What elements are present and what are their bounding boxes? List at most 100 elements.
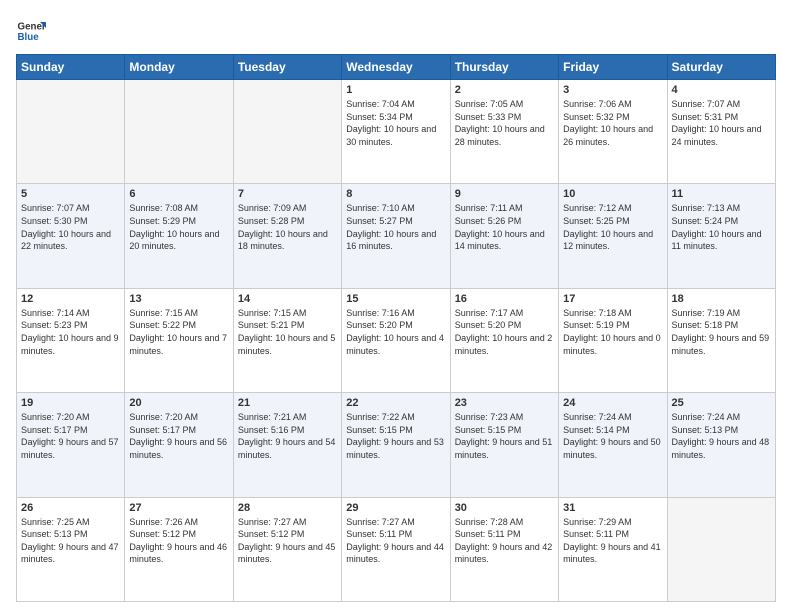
weekday-header-monday: Monday (125, 55, 233, 80)
day-number: 26 (21, 502, 120, 514)
week-row-1: 1Sunrise: 7:04 AMSunset: 5:34 PMDaylight… (17, 80, 776, 184)
day-number: 19 (21, 397, 120, 409)
day-cell (667, 497, 775, 601)
day-cell: 28Sunrise: 7:27 AMSunset: 5:12 PMDayligh… (233, 497, 341, 601)
day-cell: 7 Sunrise: 7:09 AMSunset: 5:28 PMDaylight… (233, 184, 341, 288)
day-detail: Sunrise: 7:29 AMSunset: 5:11 PMDaylight:… (563, 516, 662, 566)
day-number: 7 (238, 188, 337, 200)
weekday-header-friday: Friday (559, 55, 667, 80)
day-detail: Sunrise: 7:15 AMSunset: 5:22 PMDaylight:… (129, 307, 228, 357)
logo: General Blue (16, 16, 46, 46)
day-number: 5 (21, 188, 120, 200)
day-number: 25 (672, 397, 771, 409)
day-number: 2 (455, 84, 554, 96)
day-cell: 12 Sunrise: 7:14 AMSunset: 5:23 PMDayligh… (17, 288, 125, 392)
day-cell: 19Sunrise: 7:20 AMSunset: 5:17 PMDayligh… (17, 393, 125, 497)
calendar-table: SundayMondayTuesdayWednesdayThursdayFrid… (16, 54, 776, 602)
day-number: 27 (129, 502, 228, 514)
day-cell: 1Sunrise: 7:04 AMSunset: 5:34 PMDaylight… (342, 80, 450, 184)
day-detail: Sunrise: 7:28 AMSunset: 5:11 PMDaylight:… (455, 516, 554, 566)
day-cell: 31 Sunrise: 7:29 AMSunset: 5:11 PMDayligh… (559, 497, 667, 601)
day-detail: Sunrise: 7:18 AMSunset: 5:19 PMDaylight:… (563, 307, 662, 357)
day-cell: 13Sunrise: 7:15 AMSunset: 5:22 PMDayligh… (125, 288, 233, 392)
day-cell: 24Sunrise: 7:24 AMSunset: 5:14 PMDayligh… (559, 393, 667, 497)
day-number: 1 (346, 84, 445, 96)
day-number: 21 (238, 397, 337, 409)
page: General Blue SundayMondayTuesdayWednesda… (0, 0, 792, 612)
day-number: 12 (21, 293, 120, 305)
day-detail: Sunrise: 7:09 AMSunset: 5:28 PMDaylight:… (238, 202, 337, 252)
day-cell: 21 Sunrise: 7:21 AMSunset: 5:16 PMDayligh… (233, 393, 341, 497)
day-cell (17, 80, 125, 184)
day-cell: 17 Sunrise: 7:18 AMSunset: 5:19 PMDayligh… (559, 288, 667, 392)
week-row-5: 26Sunrise: 7:25 AMSunset: 5:13 PMDayligh… (17, 497, 776, 601)
day-detail: Sunrise: 7:27 AMSunset: 5:11 PMDaylight:… (346, 516, 445, 566)
day-cell: 23 Sunrise: 7:23 AMSunset: 5:15 PMDayligh… (450, 393, 558, 497)
day-detail: Sunrise: 7:05 AMSunset: 5:33 PMDaylight:… (455, 98, 554, 148)
day-cell: 5 Sunrise: 7:07 AMSunset: 5:30 PMDaylight… (17, 184, 125, 288)
day-number: 14 (238, 293, 337, 305)
day-detail: Sunrise: 7:17 AMSunset: 5:20 PMDaylight:… (455, 307, 554, 357)
day-cell: 4 Sunrise: 7:07 AMSunset: 5:31 PMDaylight… (667, 80, 775, 184)
day-detail: Sunrise: 7:26 AMSunset: 5:12 PMDaylight:… (129, 516, 228, 566)
day-detail: Sunrise: 7:23 AMSunset: 5:15 PMDaylight:… (455, 411, 554, 461)
day-number: 16 (455, 293, 554, 305)
week-row-2: 5 Sunrise: 7:07 AMSunset: 5:30 PMDaylight… (17, 184, 776, 288)
day-cell: 14Sunrise: 7:15 AMSunset: 5:21 PMDayligh… (233, 288, 341, 392)
day-number: 22 (346, 397, 445, 409)
day-cell: 30 Sunrise: 7:28 AMSunset: 5:11 PMDayligh… (450, 497, 558, 601)
day-cell (125, 80, 233, 184)
weekday-header-thursday: Thursday (450, 55, 558, 80)
day-number: 9 (455, 188, 554, 200)
day-cell: 15Sunrise: 7:16 AMSunset: 5:20 PMDayligh… (342, 288, 450, 392)
day-cell: 25 Sunrise: 7:24 AMSunset: 5:13 PMDayligh… (667, 393, 775, 497)
day-detail: Sunrise: 7:21 AMSunset: 5:16 PMDaylight:… (238, 411, 337, 461)
day-detail: Sunrise: 7:10 AMSunset: 5:27 PMDaylight:… (346, 202, 445, 252)
day-detail: Sunrise: 7:24 AMSunset: 5:13 PMDaylight:… (672, 411, 771, 461)
day-cell: 29Sunrise: 7:27 AMSunset: 5:11 PMDayligh… (342, 497, 450, 601)
weekday-header-wednesday: Wednesday (342, 55, 450, 80)
day-cell: 6 Sunrise: 7:08 AMSunset: 5:29 PMDaylight… (125, 184, 233, 288)
day-cell: 8 Sunrise: 7:10 AMSunset: 5:27 PMDaylight… (342, 184, 450, 288)
day-number: 30 (455, 502, 554, 514)
day-number: 10 (563, 188, 662, 200)
weekday-header-row: SundayMondayTuesdayWednesdayThursdayFrid… (17, 55, 776, 80)
day-cell: 11Sunrise: 7:13 AMSunset: 5:24 PMDayligh… (667, 184, 775, 288)
day-number: 15 (346, 293, 445, 305)
day-cell: 27 Sunrise: 7:26 AMSunset: 5:12 PMDayligh… (125, 497, 233, 601)
day-number: 17 (563, 293, 662, 305)
day-cell: 20Sunrise: 7:20 AMSunset: 5:17 PMDayligh… (125, 393, 233, 497)
generalblue-logo-icon: General Blue (16, 16, 46, 46)
day-cell (233, 80, 341, 184)
weekday-header-tuesday: Tuesday (233, 55, 341, 80)
week-row-3: 12 Sunrise: 7:14 AMSunset: 5:23 PMDayligh… (17, 288, 776, 392)
day-number: 20 (129, 397, 228, 409)
day-number: 6 (129, 188, 228, 200)
day-number: 31 (563, 502, 662, 514)
day-detail: Sunrise: 7:07 AMSunset: 5:30 PMDaylight:… (21, 202, 120, 252)
day-detail: Sunrise: 7:12 AMSunset: 5:25 PMDaylight:… (563, 202, 662, 252)
day-detail: Sunrise: 7:11 AMSunset: 5:26 PMDaylight:… (455, 202, 554, 252)
day-number: 23 (455, 397, 554, 409)
day-number: 18 (672, 293, 771, 305)
day-detail: Sunrise: 7:08 AMSunset: 5:29 PMDaylight:… (129, 202, 228, 252)
day-number: 28 (238, 502, 337, 514)
day-cell: 2 Sunrise: 7:05 AMSunset: 5:33 PMDaylight… (450, 80, 558, 184)
day-number: 24 (563, 397, 662, 409)
day-detail: Sunrise: 7:07 AMSunset: 5:31 PMDaylight:… (672, 98, 771, 148)
day-detail: Sunrise: 7:14 AMSunset: 5:23 PMDaylight:… (21, 307, 120, 357)
day-cell: 9 Sunrise: 7:11 AMSunset: 5:26 PMDaylight… (450, 184, 558, 288)
svg-text:Blue: Blue (18, 32, 40, 43)
day-detail: Sunrise: 7:19 AMSunset: 5:18 PMDaylight:… (672, 307, 771, 357)
day-number: 8 (346, 188, 445, 200)
day-detail: Sunrise: 7:22 AMSunset: 5:15 PMDaylight:… (346, 411, 445, 461)
day-cell: 3 Sunrise: 7:06 AMSunset: 5:32 PMDaylight… (559, 80, 667, 184)
day-number: 3 (563, 84, 662, 96)
day-detail: Sunrise: 7:06 AMSunset: 5:32 PMDaylight:… (563, 98, 662, 148)
day-cell: 22 Sunrise: 7:22 AMSunset: 5:15 PMDayligh… (342, 393, 450, 497)
day-number: 4 (672, 84, 771, 96)
weekday-header-saturday: Saturday (667, 55, 775, 80)
day-detail: Sunrise: 7:13 AMSunset: 5:24 PMDaylight:… (672, 202, 771, 252)
week-row-4: 19Sunrise: 7:20 AMSunset: 5:17 PMDayligh… (17, 393, 776, 497)
header: General Blue (16, 16, 776, 46)
